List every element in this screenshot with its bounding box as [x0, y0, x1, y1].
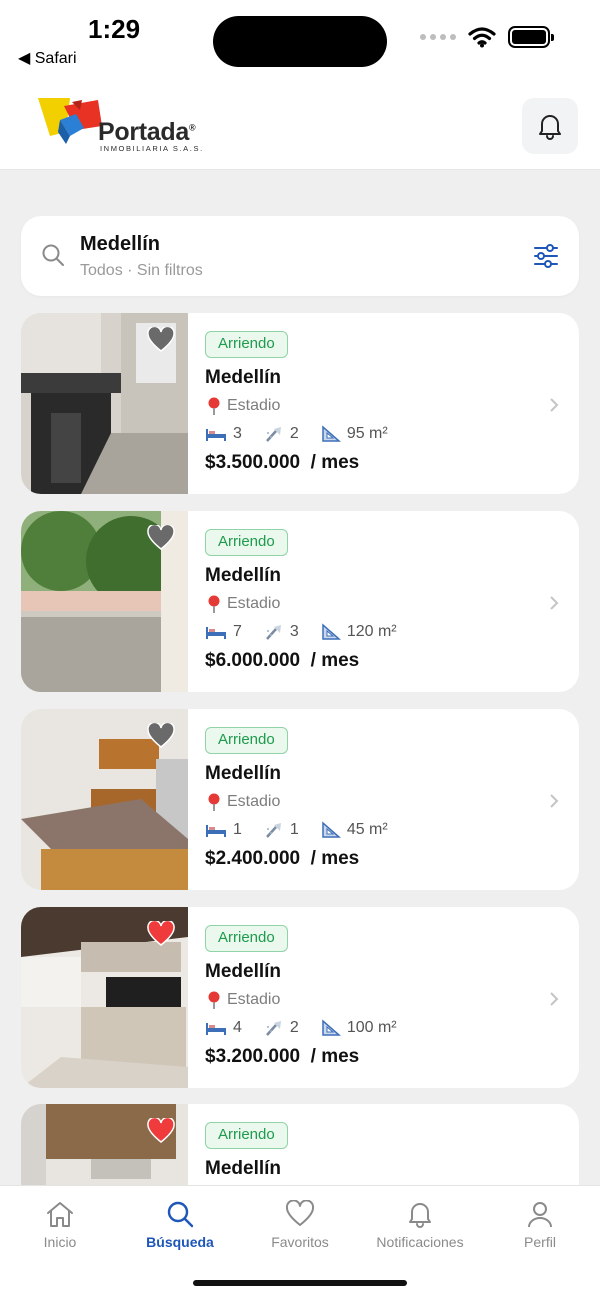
- baths-count: 2: [289, 425, 299, 442]
- location-pin-icon: [208, 991, 220, 1009]
- search-icon: [167, 1201, 194, 1228]
- shower-icon: [265, 1021, 281, 1036]
- listing-type-badge: Arriendo: [205, 529, 288, 556]
- clock: 1:29: [88, 14, 141, 44]
- listing-location: Estadio: [207, 595, 280, 613]
- listing-city: Medellín: [205, 961, 282, 982]
- location-pin-icon: [208, 397, 220, 415]
- portada-logo[interactable]: Portada® INMOBILIARIA S.A.S.: [36, 96, 226, 156]
- notifications-button[interactable]: [522, 98, 578, 154]
- area-value: 100 m²: [346, 1019, 397, 1036]
- favorite-heart-icon[interactable]: [147, 921, 175, 947]
- listing-price: $3.500.000 / mes: [205, 452, 360, 473]
- listing-location: Estadio: [207, 793, 280, 811]
- status-bar: 1:29 ◀ Safari: [0, 0, 600, 80]
- tab-perfil[interactable]: Perfil: [480, 1200, 600, 1250]
- app-header: Portada® INMOBILIARIA S.A.S.: [0, 80, 600, 170]
- listing-features: 3 2 95 m²: [205, 425, 388, 443]
- listing-location: Estadio: [207, 397, 280, 415]
- area-ruler-icon: [322, 425, 341, 442]
- tab-notificaciones[interactable]: Notificaciones: [360, 1200, 480, 1250]
- listing-features: 4 2 100 m²: [205, 1019, 397, 1037]
- listing-city: Medellín: [205, 763, 282, 784]
- chevron-right-icon: [550, 398, 559, 412]
- user-icon: [528, 1202, 552, 1228]
- favorite-heart-icon[interactable]: [147, 327, 175, 353]
- battery-icon: [508, 26, 554, 48]
- chevron-right-icon: [550, 992, 559, 1006]
- beds-count: 4: [233, 1019, 242, 1036]
- bell-icon: [539, 115, 561, 140]
- search-filters-summary: Todos · Sin filtros: [80, 262, 203, 279]
- filter-sliders-icon[interactable]: [533, 243, 559, 269]
- tab-favoritos[interactable]: Favoritos: [240, 1200, 360, 1250]
- shower-icon: [265, 427, 281, 442]
- area-ruler-icon: [322, 821, 341, 838]
- cellular-signal-icon: [420, 34, 456, 40]
- listing-city: Medellín: [205, 565, 282, 586]
- area-value: 95 m²: [346, 425, 388, 442]
- property-card[interactable]: Arriendo Medellín Estadio 7 3 120 m² $6.…: [21, 511, 579, 692]
- logo-wordmark: Portada®: [98, 118, 196, 146]
- listing-type-badge: Arriendo: [205, 1122, 288, 1149]
- search-location: Medellín: [80, 233, 161, 255]
- chevron-right-icon: [550, 794, 559, 808]
- search-summary-card[interactable]: Medellín Todos · Sin filtros: [21, 216, 579, 296]
- dynamic-island: [213, 16, 387, 67]
- favorite-heart-icon[interactable]: [147, 525, 175, 551]
- listing-type-badge: Arriendo: [205, 925, 288, 952]
- property-card[interactable]: Arriendo Medellín Estadio 4 2 100 m² $3.…: [21, 907, 579, 1088]
- area-value: 45 m²: [346, 821, 388, 838]
- bed-icon: [206, 1023, 226, 1035]
- favorite-heart-icon[interactable]: [147, 1118, 175, 1144]
- listing-location: Estadio: [207, 991, 280, 1009]
- listing-type-badge: Arriendo: [205, 727, 288, 754]
- home-icon: [47, 1202, 73, 1227]
- heart-icon: [285, 1200, 315, 1226]
- beds-count: 7: [233, 623, 242, 640]
- bed-icon: [206, 429, 226, 441]
- beds-count: 1: [233, 821, 242, 838]
- bed-icon: [206, 627, 226, 639]
- listing-city: Medellín: [205, 1158, 282, 1179]
- baths-count: 2: [289, 1019, 299, 1036]
- area-value: 120 m²: [346, 623, 397, 640]
- baths-count: 1: [289, 821, 299, 838]
- listing-city: Medellín: [205, 367, 282, 388]
- tab-busqueda[interactable]: Búsqueda: [120, 1200, 240, 1250]
- area-ruler-icon: [322, 1019, 341, 1036]
- shower-icon: [265, 625, 281, 640]
- home-indicator[interactable]: [193, 1280, 407, 1286]
- baths-count: 3: [289, 623, 299, 640]
- property-card[interactable]: Arriendo Medellín Estadio 3 2 95 m² $3.5…: [21, 313, 579, 494]
- tab-inicio[interactable]: Inicio: [0, 1200, 120, 1250]
- wifi-icon: [468, 27, 496, 48]
- back-to-safari-link[interactable]: ◀ Safari: [18, 48, 77, 68]
- bell-icon: [409, 1203, 431, 1228]
- listing-price: $6.000.000 / mes: [205, 650, 360, 671]
- listing-price: $3.200.000 / mes: [205, 1046, 360, 1067]
- location-pin-icon: [208, 595, 220, 613]
- chevron-right-icon: [550, 596, 559, 610]
- search-icon: [42, 244, 64, 266]
- shower-icon: [265, 823, 281, 838]
- status-icons: [420, 26, 554, 48]
- location-pin-icon: [208, 793, 220, 811]
- listing-price: $2.400.000 / mes: [205, 848, 360, 869]
- favorite-heart-icon[interactable]: [147, 723, 175, 749]
- bed-icon: [206, 825, 226, 837]
- logo-subtitle: INMOBILIARIA S.A.S.: [100, 144, 204, 153]
- beds-count: 3: [233, 425, 242, 442]
- listing-type-badge: Arriendo: [205, 331, 288, 358]
- property-card[interactable]: Arriendo Medellín Estadio 1 1 45 m² $2.4…: [21, 709, 579, 890]
- listing-features: 1 1 45 m²: [205, 821, 388, 839]
- listing-features: 7 3 120 m²: [205, 623, 397, 641]
- area-ruler-icon: [322, 623, 341, 640]
